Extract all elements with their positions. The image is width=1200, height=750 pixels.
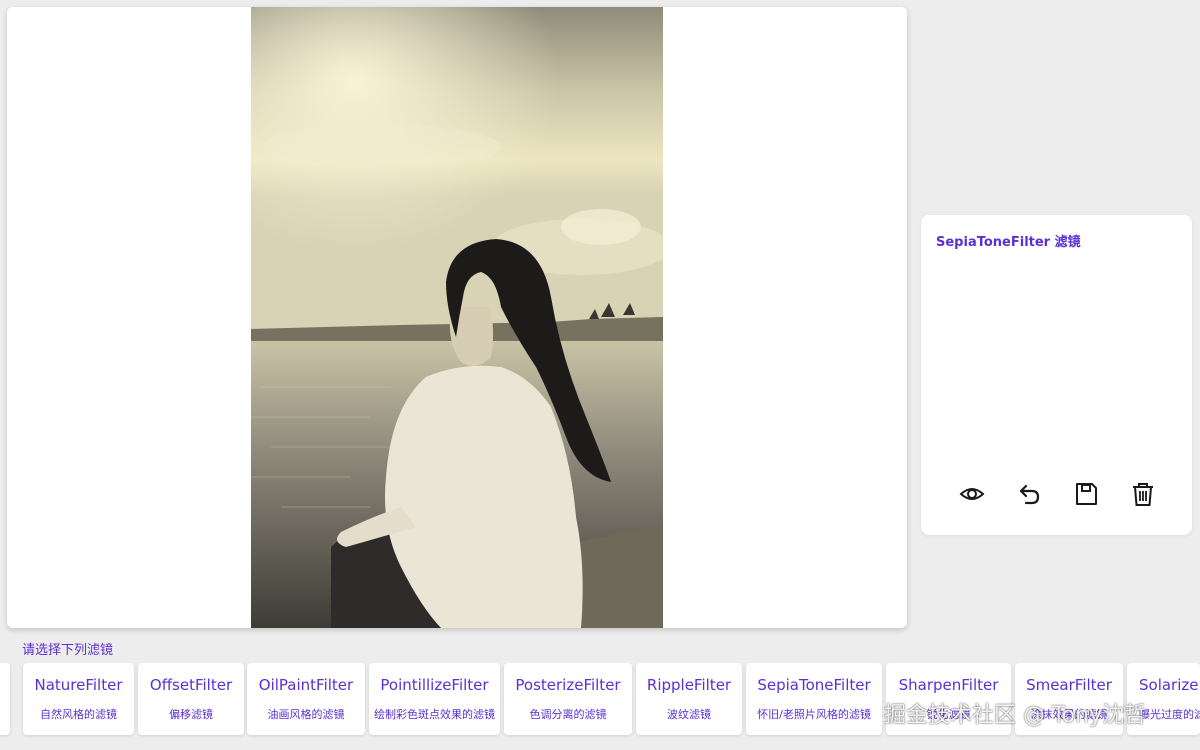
filter-desc: 怀旧/老照片风格的滤镜 [757, 708, 871, 721]
filter-name: PointillizeFilter [380, 676, 489, 694]
filter-desc: 涂抹效果的滤镜 [1030, 708, 1108, 721]
filter-section-label: 请选择下列滤镜 [22, 643, 114, 658]
filter-desc: 锐化滤镜 [926, 708, 971, 721]
trash-icon [1133, 483, 1153, 506]
filter-name: RippleFilter [646, 676, 732, 694]
filter-card[interactable]: NatureFilter 自然风格的滤镜 [23, 663, 134, 735]
filtered-photo [251, 7, 663, 628]
filter-desc: 色调分离的滤镜 [529, 708, 607, 721]
filter-card[interactable]: OffsetFilter 偏移滤镜 [138, 663, 244, 735]
undo-button[interactable] [1009, 477, 1049, 511]
sepia-photo-illustration [251, 7, 663, 628]
filter-card[interactable]: SmearFilter 涂抹效果的滤镜 [1015, 663, 1123, 735]
filter-desc: 自然风格的滤镜 [40, 708, 117, 721]
filter-card[interactable]: SharpenFilter 锐化滤镜 [886, 663, 1011, 735]
filter-card[interactable]: RippleFilter 波纹滤镜 [636, 663, 742, 735]
filter-card[interactable]: PosterizeFilter 色调分离的滤镜 [504, 663, 632, 735]
filter-card[interactable]: SolarizeFilter 曝光过度的滤镜 [1127, 663, 1200, 735]
filter-name: SolarizeFilter [1139, 676, 1200, 694]
filter-info-card: SepiaToneFilter 滤镜 [921, 215, 1192, 535]
save-button[interactable] [1066, 477, 1106, 511]
filter-desc: 偏移滤镜 [169, 708, 213, 721]
filter-card[interactable]: PointillizeFilter 绘制彩色斑点效果的滤镜 [369, 663, 500, 735]
filter-card[interactable]: SepiaToneFilter 怀旧/老照片风格的滤镜 [746, 663, 882, 735]
undo-icon [1019, 484, 1040, 505]
save-icon [1076, 483, 1097, 505]
filter-name: OffsetFilter [149, 676, 233, 694]
filter-card-previous[interactable] [0, 663, 10, 735]
filter-name: NatureFilter [34, 676, 123, 694]
filter-name: PosterizeFilter [515, 676, 621, 694]
image-preview-panel [7, 7, 907, 628]
filter-desc: 波纹滤镜 [667, 708, 711, 721]
filter-card[interactable]: OilPaintFilter 油画风格的滤镜 [247, 663, 365, 735]
filter-name: SepiaToneFilter [757, 676, 871, 694]
filter-name: OilPaintFilter [258, 676, 354, 694]
action-toolbar [943, 477, 1183, 511]
filter-desc: 油画风格的滤镜 [267, 708, 345, 721]
filter-desc: 曝光过度的滤镜 [1139, 708, 1200, 721]
eye-icon [959, 488, 985, 500]
filter-desc: 绘制彩色斑点效果的滤镜 [374, 708, 495, 721]
delete-button[interactable] [1123, 477, 1163, 511]
filter-name: SmearFilter [1026, 676, 1112, 694]
current-filter-title: SepiaToneFilter 滤镜 [936, 235, 1081, 250]
preview-button[interactable] [952, 477, 992, 511]
filter-name: SharpenFilter [898, 676, 999, 694]
filter-list[interactable]: NatureFilter 自然风格的滤镜 OffsetFilter 偏移滤镜 O… [0, 663, 1200, 738]
